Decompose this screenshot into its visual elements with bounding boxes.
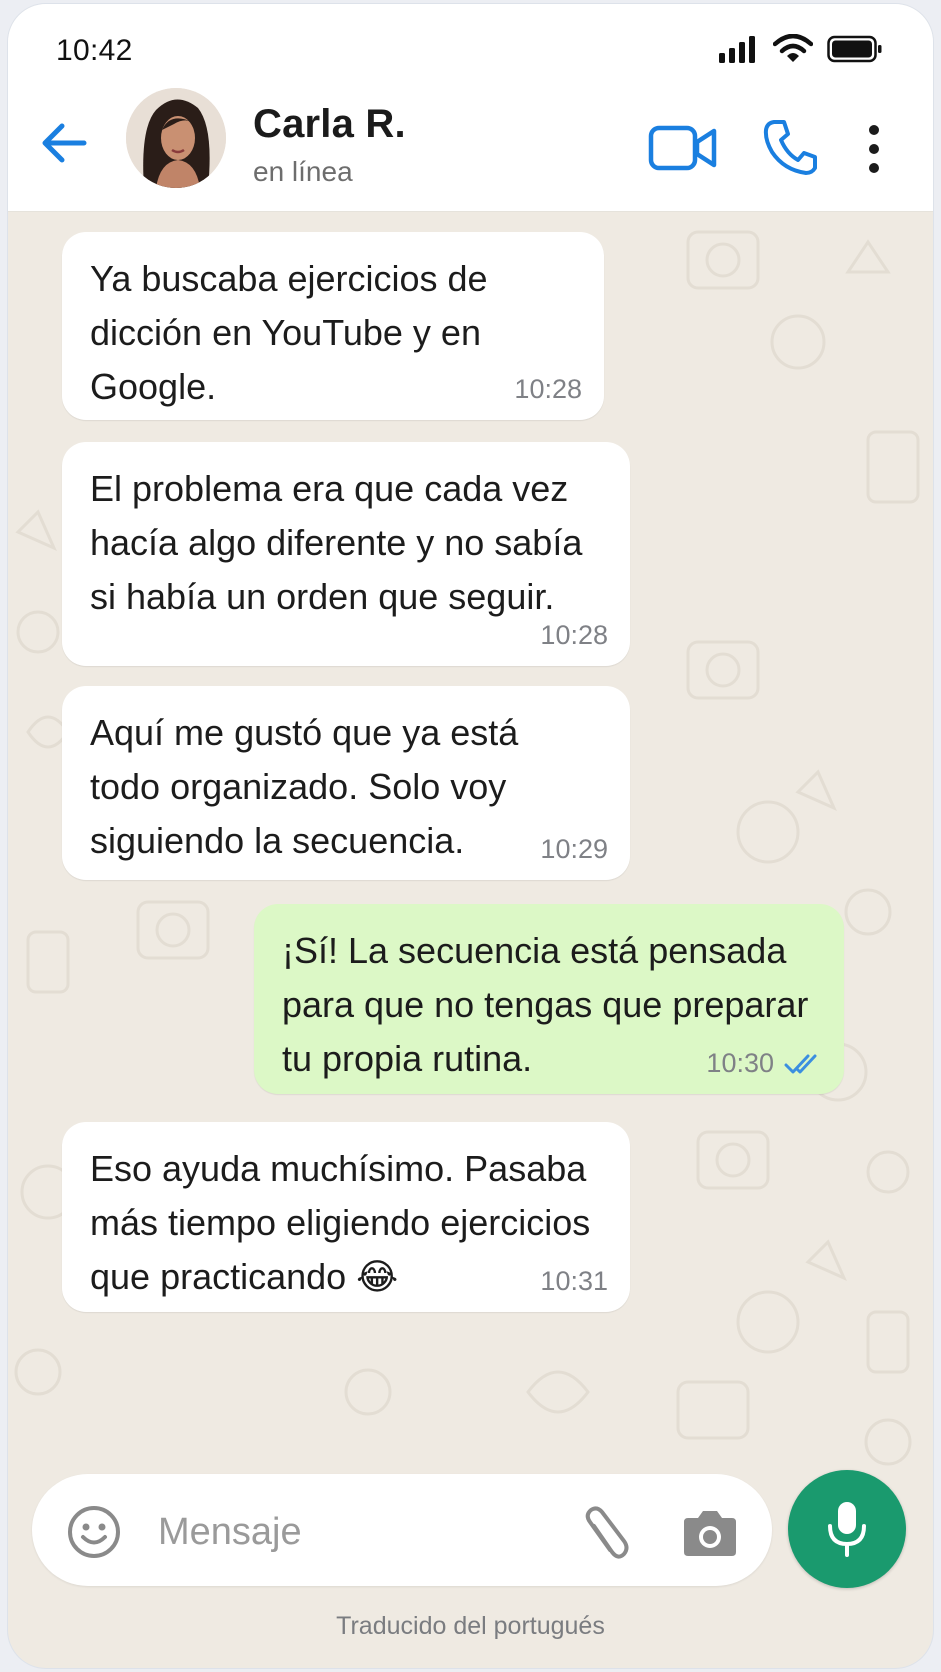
status-icons bbox=[719, 33, 883, 69]
message-text: Ya buscaba ejercicios de dicción en YouTu… bbox=[90, 258, 488, 407]
emoji-button[interactable] bbox=[66, 1504, 122, 1560]
attach-button[interactable] bbox=[580, 1504, 630, 1564]
message-time: 10:28 bbox=[540, 620, 608, 650]
more-options-button[interactable] bbox=[862, 122, 886, 176]
battery-icon bbox=[827, 35, 883, 68]
back-arrow-icon bbox=[42, 123, 87, 163]
camera-icon bbox=[684, 1511, 736, 1556]
more-vertical-icon bbox=[869, 125, 879, 173]
message-text: Aquí me gustó que ya está todo organizado… bbox=[90, 712, 519, 861]
voice-message-button[interactable] bbox=[788, 1470, 906, 1588]
contact-name[interactable]: Carla R. bbox=[253, 102, 406, 147]
status-time: 10:42 bbox=[56, 34, 133, 67]
read-receipt-icon bbox=[784, 1054, 817, 1074]
signal-icon bbox=[719, 35, 759, 68]
camera-button[interactable] bbox=[680, 1508, 740, 1560]
wifi-icon bbox=[772, 33, 814, 69]
voice-call-button[interactable] bbox=[762, 118, 818, 176]
video-call-button[interactable] bbox=[648, 122, 718, 174]
message-input[interactable] bbox=[158, 1504, 558, 1560]
video-call-icon bbox=[648, 125, 717, 171]
phone-icon bbox=[763, 120, 817, 175]
back-button[interactable] bbox=[38, 118, 90, 168]
message-text: El problema era que cada vez hacía algo d… bbox=[90, 468, 583, 617]
paperclip-icon bbox=[585, 1506, 629, 1559]
contact-status: en línea bbox=[253, 156, 353, 187]
message-bubble-outgoing[interactable]: ¡Sí! La secuencia está pensada para que n… bbox=[254, 904, 844, 1094]
microphone-icon bbox=[828, 1502, 866, 1557]
message-text: Eso ayuda muchísimo. Pasaba más tiempo el… bbox=[90, 1148, 591, 1297]
message-time: 10:29 bbox=[540, 834, 608, 864]
emoji-icon bbox=[68, 1506, 120, 1558]
message-bubble-incoming[interactable]: El problema era que cada vez hacía algo d… bbox=[62, 442, 630, 666]
message-bubble-incoming[interactable]: Eso ayuda muchísimo. Pasaba más tiempo el… bbox=[62, 1122, 630, 1312]
message-time: 10:30 bbox=[706, 1048, 774, 1078]
message-bubble-incoming[interactable]: Ya buscaba ejercicios de dicción en YouTu… bbox=[62, 232, 604, 420]
chat-header: 10:42 Carla R. en línea bbox=[8, 4, 933, 212]
message-bubble-incoming[interactable]: Aquí me gustó que ya está todo organizado… bbox=[62, 686, 630, 880]
message-time: 10:28 bbox=[514, 374, 582, 404]
phone-screen: 10:42 Carla R. en línea Ya buscaba ejerc… bbox=[8, 4, 933, 1668]
translation-note: Traducido del portugués bbox=[336, 1612, 605, 1640]
message-time: 10:31 bbox=[540, 1266, 608, 1296]
avatar[interactable] bbox=[126, 88, 226, 188]
